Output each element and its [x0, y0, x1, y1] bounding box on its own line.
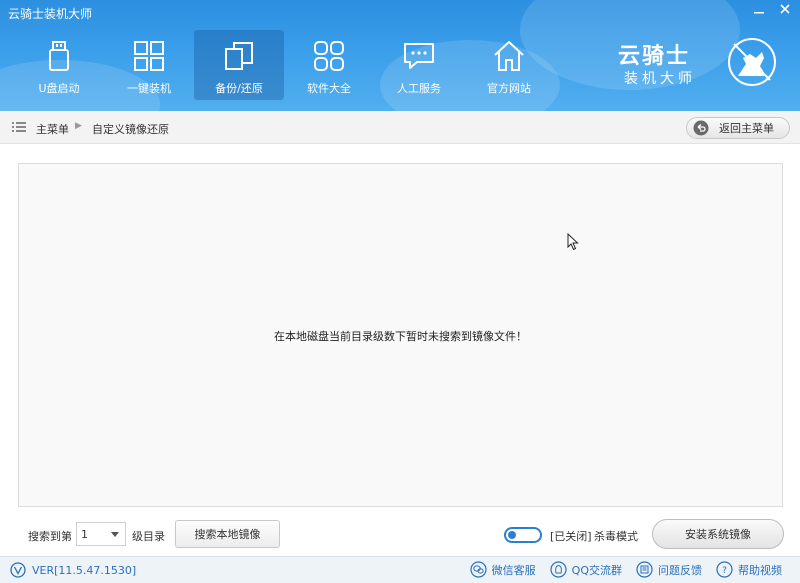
nav-label: 官方网站	[487, 82, 531, 95]
nav-item-official-site[interactable]: 官方网站	[464, 30, 554, 100]
windows-logo-icon	[129, 36, 169, 76]
usb-drive-icon	[39, 36, 79, 76]
feedback-link[interactable]: 问题反馈	[636, 561, 702, 578]
link-label: 问题反馈	[658, 563, 702, 577]
back-arrow-icon	[693, 120, 709, 136]
nav-label: 软件大全	[307, 82, 351, 95]
install-system-image-button[interactable]: 安装系统镜像	[652, 519, 784, 549]
nav-label: 人工服务	[397, 82, 441, 95]
svg-text:?: ?	[722, 566, 727, 576]
header: 云骑士装机大师 U盘启动 一键装机 备份/还原 软件大全 人工服务 官方网站 云…	[0, 0, 800, 111]
breadcrumb-home[interactable]: 主菜单	[36, 121, 69, 137]
wechat-support-link[interactable]: 微信客服	[470, 561, 536, 578]
back-button-label: 返回主菜单	[719, 122, 774, 135]
nav-label: 一键装机	[127, 82, 171, 95]
search-depth-value: 1	[81, 528, 88, 541]
nav-item-software[interactable]: 软件大全	[284, 30, 374, 100]
backup-restore-icon	[219, 36, 259, 76]
breadcrumb: 主菜单 ▶ 自定义镜像还原 返回主菜单	[0, 111, 800, 144]
mouse-cursor-icon	[567, 233, 579, 251]
nav-item-backup-restore[interactable]: 备份/还原	[194, 30, 284, 100]
chat-bubble-icon	[399, 36, 439, 76]
app-title: 云骑士装机大师	[8, 7, 93, 21]
logo-subtitle: 装机大师	[624, 71, 696, 87]
help-video-link[interactable]: ? 帮助视频	[716, 561, 782, 578]
footer-links: 微信客服 QQ交流群 问题反馈 ? 帮助视频	[470, 561, 782, 578]
window-controls	[750, 2, 794, 20]
search-local-image-button[interactable]: 搜索本地镜像	[175, 520, 280, 548]
breadcrumb-current: 自定义镜像还原	[92, 123, 169, 136]
antivirus-state-label: [已关闭]	[550, 530, 592, 543]
search-depth-suffix: 级目录	[132, 530, 165, 543]
back-to-main-button[interactable]: 返回主菜单	[686, 117, 790, 139]
apps-grid-icon	[309, 36, 349, 76]
knight-horse-logo	[726, 36, 778, 88]
feedback-icon	[636, 561, 653, 578]
nav-label: 备份/还原	[215, 82, 263, 95]
empty-message: 在本地磁盘当前目录级数下暂时未搜索到镜像文件！	[274, 330, 527, 343]
search-depth-select[interactable]: 1	[76, 522, 126, 546]
link-label: 微信客服	[491, 563, 536, 577]
home-icon	[489, 36, 529, 76]
breadcrumb-separator-icon: ▶	[75, 121, 82, 131]
main-nav: U盘启动 一键装机 备份/还原 软件大全 人工服务 官方网站	[14, 30, 554, 100]
qq-icon	[550, 561, 567, 578]
brand-logo: 云骑士 装机大师	[618, 34, 778, 94]
minimize-icon[interactable]	[750, 2, 768, 20]
menu-list-icon	[12, 122, 26, 132]
version-icon	[10, 562, 26, 578]
help-icon: ?	[716, 561, 733, 578]
version-text: VER[11.5.47.1530]	[32, 563, 137, 577]
wechat-icon	[470, 561, 487, 578]
nav-item-one-click-install[interactable]: 一键装机	[104, 30, 194, 100]
qq-group-link[interactable]: QQ交流群	[550, 561, 622, 578]
logo-title: 云骑士	[618, 44, 691, 69]
image-list-panel: 在本地磁盘当前目录级数下暂时未搜索到镜像文件！	[18, 163, 783, 507]
link-label: QQ交流群	[571, 563, 622, 577]
antivirus-mode-label: 杀毒模式	[594, 530, 638, 543]
version-info: VER[11.5.47.1530]	[10, 562, 136, 578]
nav-item-human-service[interactable]: 人工服务	[374, 30, 464, 100]
nav-item-usb-boot[interactable]: U盘启动	[14, 30, 104, 100]
chevron-down-icon	[111, 532, 119, 537]
toggle-knob	[508, 531, 516, 539]
link-label: 帮助视频	[738, 563, 782, 577]
nav-label: U盘启动	[38, 82, 80, 95]
antivirus-mode-toggle[interactable]	[504, 527, 542, 543]
search-depth-prefix: 搜索到第	[28, 530, 72, 543]
close-icon[interactable]	[776, 2, 794, 20]
status-bar: VER[11.5.47.1530] 微信客服 QQ交流群 问题反馈 ? 帮助视频	[0, 556, 800, 583]
